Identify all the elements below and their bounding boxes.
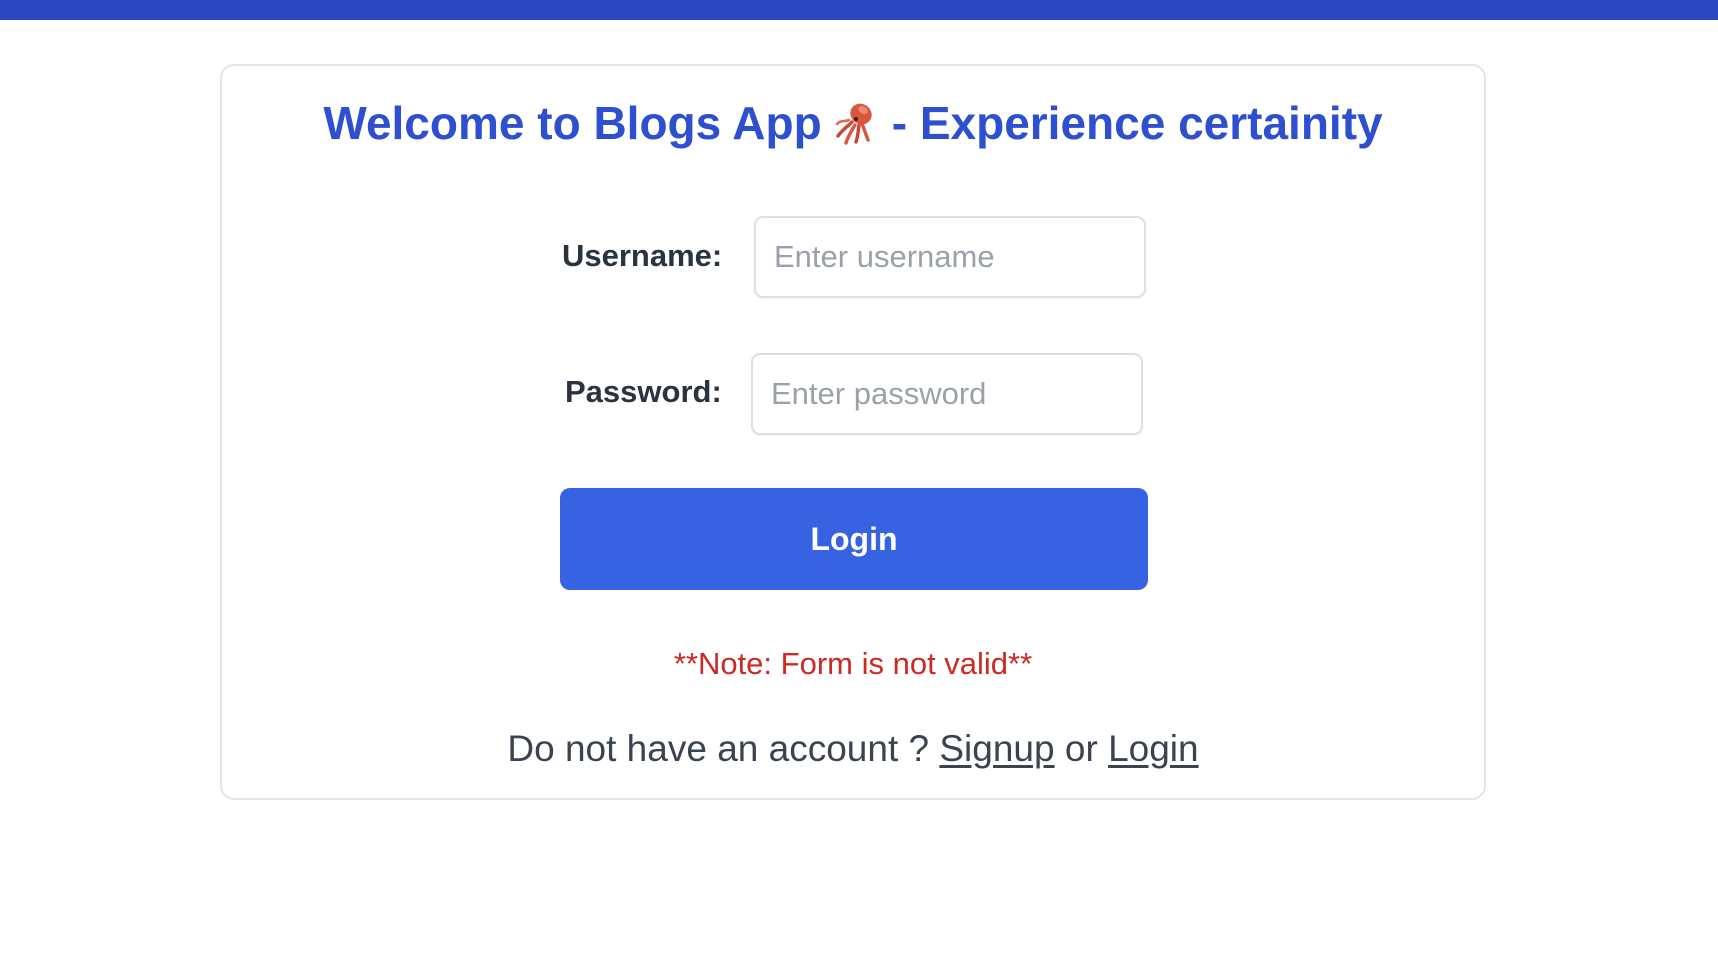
password-input[interactable] — [751, 353, 1143, 435]
login-card: Welcome to Blogs App - Experience certai… — [220, 64, 1486, 800]
login-button[interactable]: Login — [560, 488, 1148, 590]
title-text: Welcome to Blogs App — [323, 97, 822, 149]
top-accent-bar — [0, 0, 1718, 20]
title-subtext: - Experience certainity — [891, 97, 1383, 149]
or-text: or — [1064, 728, 1098, 769]
signup-link[interactable]: Signup — [939, 728, 1054, 769]
password-label: Password: — [565, 374, 722, 409]
username-label: Username: — [562, 238, 723, 273]
account-prompt-text: Do not have an account ? — [507, 728, 930, 769]
validation-error-note: **Note: Form is not valid** — [673, 646, 1033, 681]
username-input[interactable] — [754, 216, 1146, 298]
squid-icon — [834, 100, 880, 146]
login-link[interactable]: Login — [1108, 728, 1199, 769]
account-prompt: Do not have an account ? Signup or Login — [222, 728, 1484, 770]
page-title: Welcome to Blogs App - Experience certai… — [222, 96, 1484, 150]
